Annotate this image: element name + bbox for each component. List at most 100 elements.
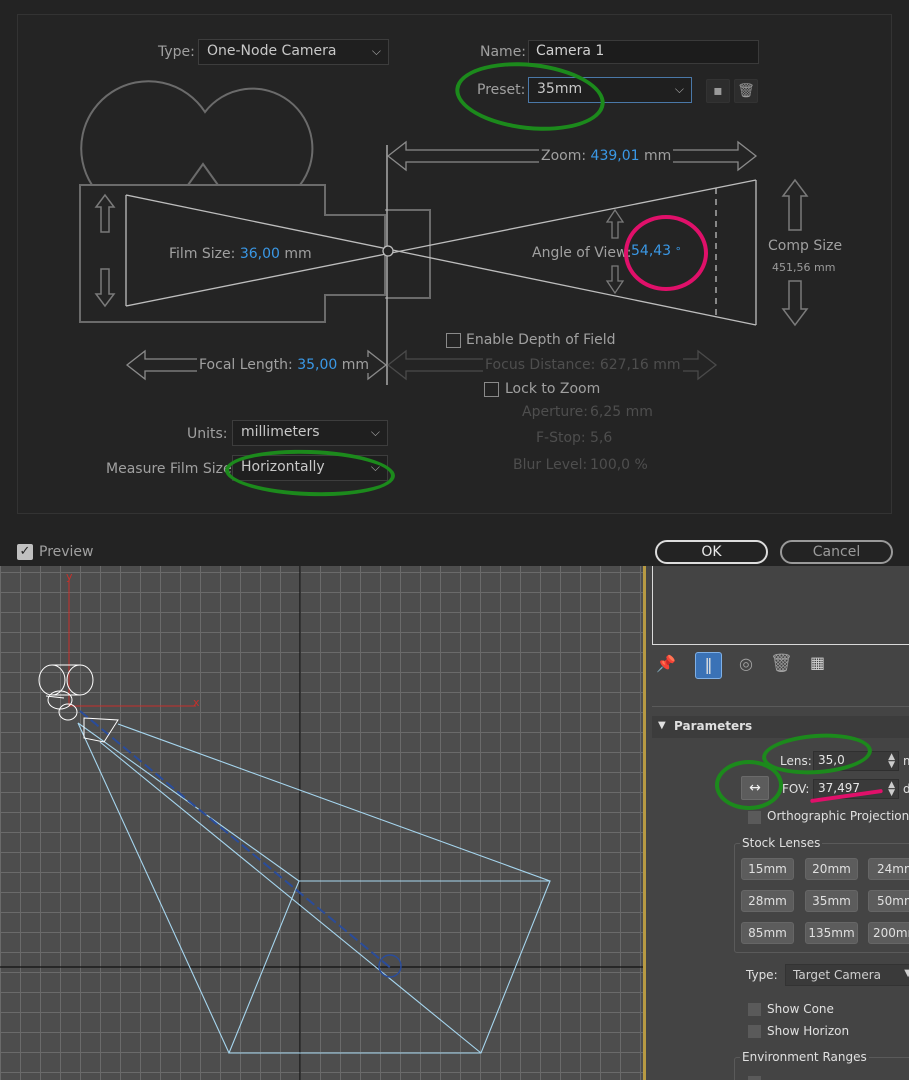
film-size-arrow — [94, 193, 116, 308]
zoom-unit: mm — [643, 148, 672, 164]
zoom-readout: Zoom: 439,01 mm — [539, 148, 674, 164]
zoom-label: Zoom: — [541, 148, 587, 164]
parameters-rollout-header[interactable]: ▼ Parameters — [652, 716, 909, 738]
camera-type-value: One-Node Camera — [207, 43, 337, 59]
aperture-label: Aperture: — [522, 404, 588, 420]
camera-viewfinder-triangle — [186, 162, 220, 186]
environment-ranges-title: Environment Ranges — [740, 1050, 869, 1064]
camera-target-icon — [378, 954, 402, 978]
trash-icon[interactable]: 🗑 — [734, 79, 758, 103]
focal-length-readout: Focal Length: 35,00 mm — [197, 357, 372, 373]
camera-type-select[interactable]: Target Camera ▼ — [785, 964, 909, 986]
camera-diagram — [79, 80, 809, 385]
film-size-unit: mm — [284, 246, 312, 262]
type-label: Type: — [158, 44, 195, 60]
stock-lens-85mm-button[interactable]: 85mm — [741, 922, 794, 944]
film-size-readout: Film Size: 36,00 mm — [169, 246, 312, 262]
camera-type-label: Type: — [746, 968, 778, 982]
panel-preview-area — [652, 566, 909, 645]
blur-level-label: Blur Level: — [513, 457, 588, 473]
enable-depth-of-field-label: Enable Depth of Field — [466, 332, 616, 348]
fstop-value: 5,6 — [590, 430, 613, 446]
spinner-arrows-icon: ▲ ▼ — [888, 752, 895, 770]
camera-name-field[interactable]: Camera 1 — [528, 40, 759, 64]
units-value: millimeters — [241, 424, 320, 440]
parameters-title: Parameters — [674, 719, 753, 733]
orthographic-projection-label: Orthographic Projection — [767, 809, 909, 823]
make-unique-icon[interactable]: ◎ — [739, 654, 763, 678]
stock-lens-35mm-button[interactable]: 35mm — [805, 890, 858, 912]
stock-lens-135mm-button[interactable]: 135mm — [805, 922, 858, 944]
name-label: Name: — [480, 44, 527, 60]
fov-button-annotation-circle — [715, 760, 783, 810]
ok-button[interactable]: OK — [655, 540, 768, 564]
camera-settings-dialog: Type: One-Node Camera ⌵ Name: Camera 1 P… — [0, 0, 909, 566]
camera-type-dropdown[interactable]: One-Node Camera ⌵ — [198, 39, 389, 65]
camera-type-select-value: Target Camera — [793, 968, 882, 982]
enable-depth-of-field-checkbox[interactable] — [446, 333, 461, 348]
viewport-scene: y x — [0, 566, 645, 1080]
lens-unit: m — [903, 754, 909, 768]
comp-size-value: 451,56 mm — [772, 261, 836, 274]
camera-reels-outline — [80, 80, 314, 186]
fstop-label: F-Stop: — [536, 430, 586, 446]
comp-size-label: Comp Size — [768, 238, 843, 254]
configure-modifier-sets-icon[interactable]: ▦ — [810, 653, 834, 677]
angle-of-view-label: Angle of View: — [532, 245, 632, 261]
orthographic-projection-checkbox[interactable] — [748, 811, 761, 824]
focal-length-value[interactable]: 35,00 — [297, 357, 337, 373]
camera-icon — [38, 664, 119, 743]
show-end-result-icon[interactable]: ‖ — [695, 652, 722, 679]
stock-lenses-title: Stock Lenses — [740, 836, 823, 850]
cancel-button[interactable]: Cancel — [780, 540, 893, 564]
chevron-down-icon: ⌵ — [371, 44, 381, 58]
fov-label: FOV: — [782, 782, 810, 796]
show-cone-checkbox[interactable] — [748, 1003, 761, 1016]
focal-length-unit: mm — [341, 357, 370, 373]
stock-lens-24mm-button[interactable]: 24mm — [868, 858, 909, 880]
spinner-arrows-icon: ▲ ▼ — [888, 780, 895, 798]
units-label: Units: — [187, 426, 228, 442]
rollout-collapse-icon: ▼ — [658, 720, 666, 731]
stock-lens-28mm-button[interactable]: 28mm — [741, 890, 794, 912]
remove-modifier-icon[interactable]: 🗑 — [770, 653, 793, 677]
stock-lens-50mm-button[interactable]: 50mm — [868, 890, 909, 912]
camera-target-line — [79, 710, 393, 970]
camera-local-axes — [68, 580, 196, 707]
show-cone-label: Show Cone — [767, 1002, 834, 1016]
units-dropdown[interactable]: millimeters ⌵ — [232, 420, 388, 446]
panel-divider — [652, 706, 909, 707]
axis-y-label: y — [66, 570, 73, 583]
angle-annotation-circle — [624, 215, 708, 291]
chevron-down-icon: ⌵ — [674, 82, 684, 96]
command-panel: 📌 ‖ ◎ 🗑 ▦ ▼ Parameters Lens: 35,0 ▲ ▼ m ↔… — [646, 566, 909, 1080]
stock-lens-200mm-button[interactable]: 200mm — [868, 922, 909, 944]
blur-level-value: 100,0 % — [590, 457, 648, 473]
measure-film-size-label: Measure Film Size: — [106, 461, 237, 477]
zoom-value[interactable]: 439,01 — [591, 148, 640, 164]
lock-to-zoom-label: Lock to Zoom — [505, 381, 601, 397]
pin-stack-icon[interactable]: 📌 — [656, 654, 676, 674]
nodal-point — [382, 245, 394, 257]
film-size-label: Film Size: — [169, 246, 236, 262]
axis-x-label: x — [193, 696, 200, 709]
chevron-down-icon: ⌵ — [370, 425, 380, 439]
fov-unit: d — [903, 782, 909, 796]
film-size-value[interactable]: 36,00 — [240, 246, 280, 262]
show-horizon-label: Show Horizon — [767, 1024, 850, 1038]
viewport[interactable]: y x — [0, 566, 645, 1080]
stock-lens-15mm-button[interactable]: 15mm — [741, 858, 794, 880]
preview-checkbox[interactable]: ✓ — [17, 544, 33, 560]
focus-distance-value: 627,16 mm — [599, 357, 681, 373]
focal-length-label: Focal Length: — [199, 357, 293, 373]
lock-to-zoom-checkbox[interactable] — [484, 382, 499, 397]
aperture-value: 6,25 mm — [590, 404, 653, 420]
show-horizon-checkbox[interactable] — [748, 1025, 761, 1038]
save-preset-icon[interactable]: ▪ — [706, 79, 730, 103]
focus-distance-readout: Focus Distance: 627,16 mm — [483, 357, 683, 373]
stock-lens-20mm-button[interactable]: 20mm — [805, 858, 858, 880]
focus-distance-label: Focus Distance: — [485, 357, 596, 373]
env-ranges-checkbox[interactable] — [748, 1076, 761, 1080]
camera-cone — [77, 722, 551, 1054]
chevron-down-icon: ▼ — [904, 968, 909, 979]
